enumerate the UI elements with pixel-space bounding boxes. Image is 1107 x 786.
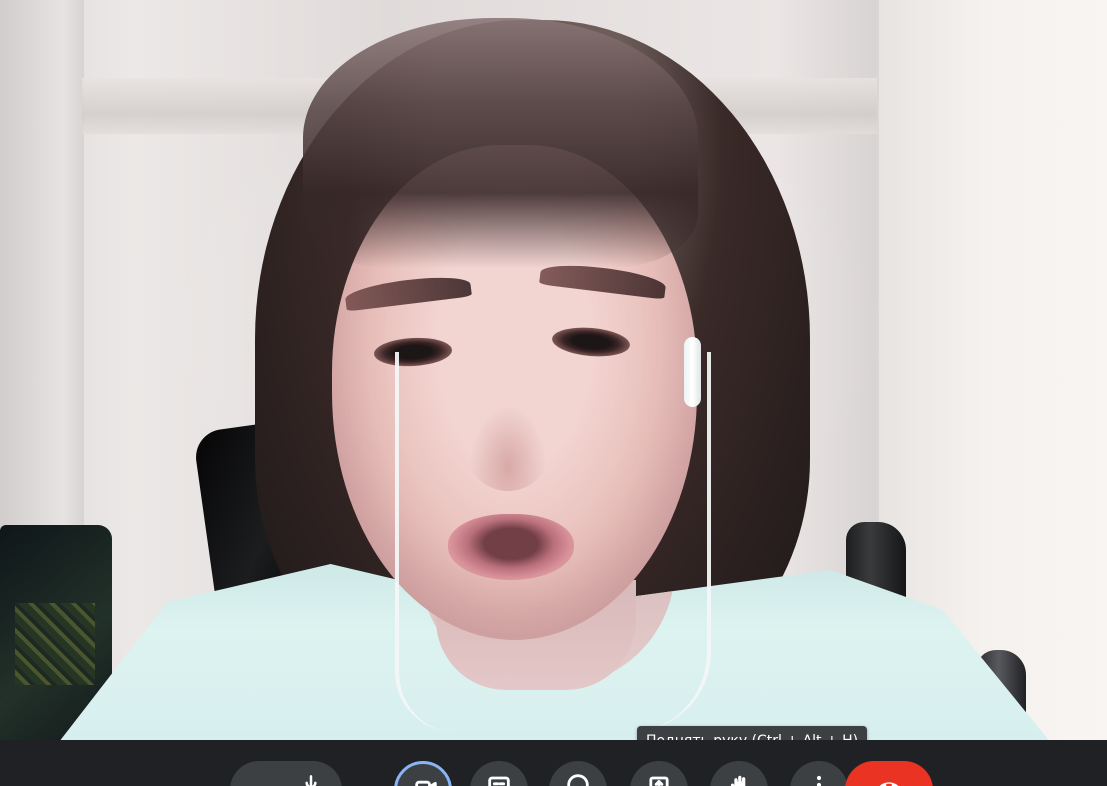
more-vertical-icon (816, 775, 822, 786)
camera-button[interactable] (394, 761, 452, 786)
earbud (684, 337, 701, 407)
mic-button[interactable] (230, 761, 342, 786)
present-icon (649, 776, 669, 786)
participant-hair-top (303, 18, 698, 268)
emoji-button[interactable] (549, 761, 607, 786)
mouth (448, 514, 574, 580)
camera-icon (415, 780, 437, 786)
emoji-icon (567, 774, 589, 786)
leave-call-button[interactable] (845, 761, 933, 786)
participant-video (0, 0, 1107, 740)
captions-icon (488, 776, 510, 786)
nose (463, 395, 553, 491)
phone-hangup-icon (879, 782, 899, 786)
captions-button[interactable] (470, 761, 528, 786)
more-options-button[interactable] (790, 761, 848, 786)
mic-icon (305, 775, 317, 786)
meeting-controls (0, 740, 1107, 786)
present-button[interactable] (630, 761, 688, 786)
hand-icon (730, 775, 746, 786)
raise-hand-button[interactable] (710, 761, 768, 786)
